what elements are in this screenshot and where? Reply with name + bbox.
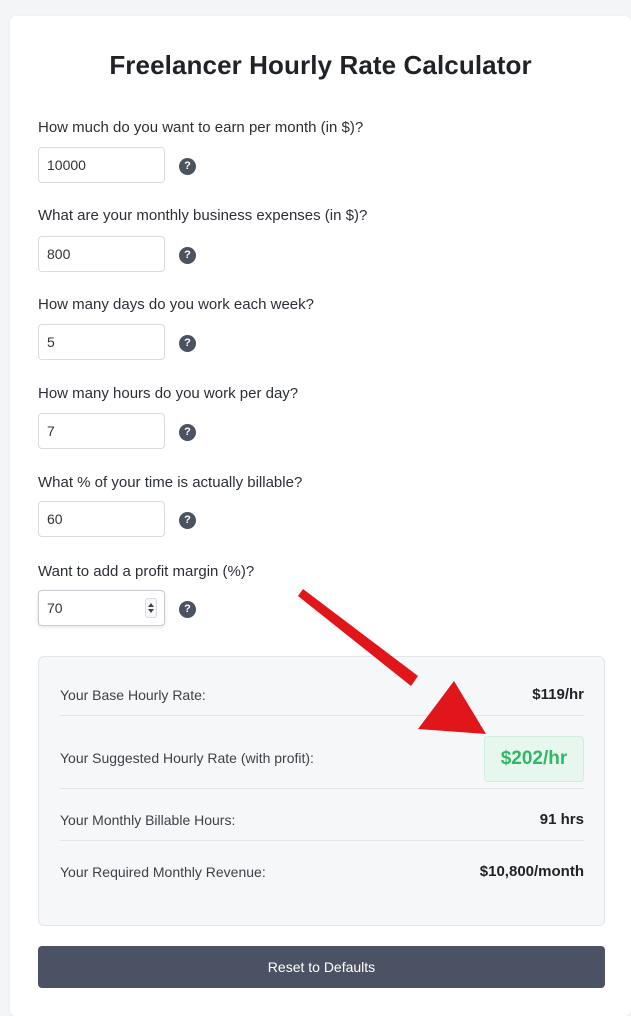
- billable-percent-label: What % of your time is actually billable…: [38, 474, 303, 491]
- required-revenue-value: $10,800/month: [479, 863, 584, 880]
- days-per-week-label: How many days do you work each week?: [38, 296, 314, 313]
- billable-hours-label: Your Monthly Billable Hours:: [60, 812, 236, 828]
- monthly-earnings-input[interactable]: [38, 147, 165, 183]
- monthly-expenses-label: What are your monthly business expenses …: [38, 207, 368, 224]
- monthly-expenses-input[interactable]: [38, 236, 165, 272]
- result-row-billable-hours: Your Monthly Billable Hours: 91 hrs: [60, 789, 584, 841]
- days-per-week-input[interactable]: [38, 324, 165, 360]
- help-icon[interactable]: ?: [179, 158, 196, 175]
- result-row-base-rate: Your Base Hourly Rate: $119/hr: [60, 657, 584, 716]
- help-icon[interactable]: ?: [179, 512, 196, 529]
- help-icon[interactable]: ?: [179, 424, 196, 441]
- results-panel: Your Base Hourly Rate: $119/hr Your Sugg…: [38, 656, 605, 926]
- help-icon[interactable]: ?: [179, 247, 196, 264]
- billable-percent-input[interactable]: [38, 501, 165, 537]
- result-row-suggested-rate: Your Suggested Hourly Rate (with profit)…: [60, 716, 584, 789]
- spinner-up-icon[interactable]: [148, 603, 154, 607]
- help-icon[interactable]: ?: [179, 335, 196, 352]
- reset-button[interactable]: Reset to Defaults: [38, 946, 605, 988]
- help-icon[interactable]: ?: [179, 601, 196, 618]
- result-row-required-revenue: Your Required Monthly Revenue: $10,800/m…: [60, 841, 584, 901]
- hours-per-day-input[interactable]: [38, 413, 165, 449]
- number-spinner[interactable]: [145, 598, 157, 618]
- required-revenue-label: Your Required Monthly Revenue:: [60, 864, 266, 880]
- billable-hours-value: 91 hrs: [539, 811, 584, 828]
- page-title: Freelancer Hourly Rate Calculator: [109, 50, 532, 80]
- suggested-rate-value: $202/hr: [484, 736, 584, 782]
- suggested-rate-label: Your Suggested Hourly Rate (with profit)…: [60, 750, 314, 766]
- base-rate-label: Your Base Hourly Rate:: [60, 687, 206, 703]
- spinner-down-icon[interactable]: [148, 609, 154, 613]
- monthly-earnings-label: How much do you want to earn per month (…: [38, 119, 364, 136]
- hours-per-day-label: How many hours do you work per day?: [38, 385, 299, 402]
- profit-margin-label: Want to add a profit margin (%)?: [38, 563, 255, 580]
- base-rate-value: $119/hr: [532, 686, 584, 703]
